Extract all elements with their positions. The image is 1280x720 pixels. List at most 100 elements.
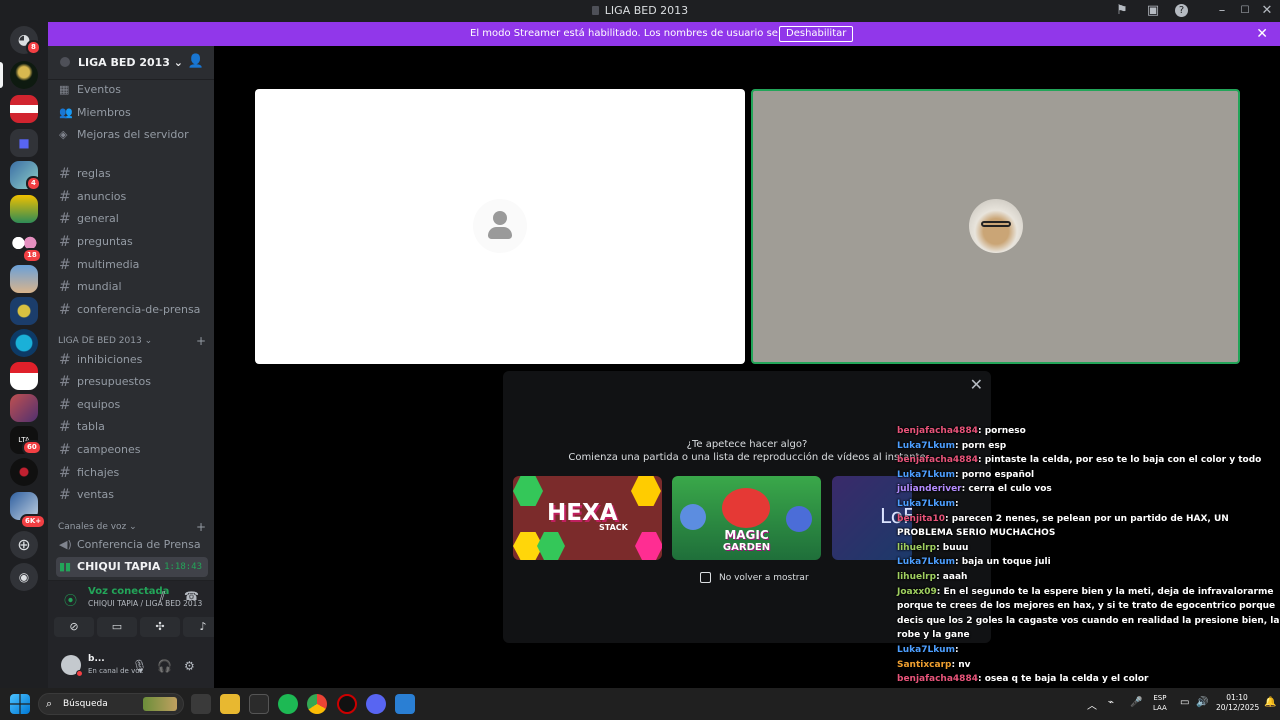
noise-suppression-icon[interactable]: ⫽ <box>160 589 165 604</box>
server-liga-bed-icon[interactable] <box>10 61 38 89</box>
close-icon[interactable]: ✕ <box>970 375 983 394</box>
members-item[interactable]: 👥 Miembros <box>56 103 208 123</box>
voice-status[interactable]: Voz conectada <box>88 586 169 597</box>
dont-show-again-checkbox[interactable] <box>700 572 711 583</box>
channel-anuncios[interactable]: # anuncios <box>56 187 208 207</box>
events-item[interactable]: ▦ Eventos <box>56 80 208 100</box>
folder-icon[interactable]: ■ <box>10 129 38 157</box>
channel-conferencia-de-prensa[interactable]: # conferencia-de-prensa <box>56 300 208 320</box>
channel-ventas[interactable]: # ventas <box>56 485 208 505</box>
text-channel-icon: # <box>59 234 71 250</box>
maximize-button[interactable]: ☐ <box>1237 3 1253 19</box>
activity-card-hexa-stack[interactable]: HEXA STACK <box>513 476 662 560</box>
volume-icon[interactable]: 🔊 <box>1196 697 1208 708</box>
chat-username[interactable]: Luka7Lkum <box>897 470 955 480</box>
mic-tray-icon[interactable]: 🎤 <box>1130 697 1142 708</box>
notification-bell-icon[interactable]: 🔔 <box>1264 697 1276 708</box>
category-voice[interactable]: Canales de voz ⌄ + <box>58 520 206 534</box>
invite-people-icon[interactable]: 👤 <box>188 54 204 69</box>
chat-username[interactable]: benjita10 <box>897 514 945 524</box>
category-liga-de-bed[interactable]: LIGA DE BED 2013 ⌄ + <box>58 334 206 348</box>
inbox-flag-icon[interactable]: ⚑ <box>1114 3 1130 19</box>
chat-username[interactable]: Luka7Lkum <box>897 441 955 451</box>
microphone-icon[interactable]: 🎙 <box>132 659 147 673</box>
file-explorer-icon[interactable] <box>220 694 240 714</box>
chat-username[interactable]: benjafacha4884 <box>897 455 978 465</box>
boosts-item[interactable]: ◈ Mejoras del servidor <box>56 125 208 145</box>
chat-username[interactable]: benjafacha4884 <box>897 426 978 436</box>
disable-streamer-button[interactable]: Deshabilitar <box>779 26 854 42</box>
server-header[interactable]: LIGA BED 2013 ⌄ 👤 <box>48 46 214 80</box>
tray-chevron-icon[interactable]: ︿ <box>1087 697 1097 712</box>
activities-button[interactable]: ✣ <box>140 617 180 637</box>
chat-username[interactable]: julianderiver <box>897 484 962 494</box>
chat-username[interactable]: benjafacha4884 <box>897 674 978 684</box>
unread-badge: 8 <box>26 40 41 55</box>
chrome-icon[interactable] <box>307 694 327 714</box>
clock[interactable]: 01:10 20/12/2025 <box>1216 693 1259 713</box>
chat-username[interactable]: lihuelrp <box>897 572 936 582</box>
add-voice-channel-icon[interactable]: + <box>196 520 206 534</box>
add-channel-icon[interactable]: + <box>196 334 206 348</box>
store-icon[interactable] <box>191 694 211 714</box>
close-window-button[interactable]: ✕ <box>1259 3 1275 19</box>
screen-share-button[interactable]: ▭ <box>97 617 137 637</box>
server-icon-7[interactable] <box>10 265 38 293</box>
username[interactable]: b... <box>88 654 105 664</box>
chat-username[interactable]: Joaxx09 <box>897 587 937 597</box>
taskbar-search[interactable]: ⌕ Búsqueda <box>38 693 184 715</box>
voice-channel-chiqui-tapia[interactable]: ▮▮ CHIQUI TAPIA 1:18:43 <box>56 557 208 577</box>
channel-equipos[interactable]: # equipos <box>56 395 208 415</box>
channel-mundial[interactable]: # mundial <box>56 277 208 297</box>
obs-icon[interactable] <box>337 694 357 714</box>
discover-icon[interactable]: ◉ <box>10 563 38 591</box>
server-icon-11[interactable] <box>10 394 38 422</box>
channel-tabla[interactable]: # tabla <box>56 417 208 437</box>
activity-card-magic-garden[interactable]: MAGIC GARDEN <box>672 476 821 560</box>
channel-general[interactable]: # general <box>56 209 208 229</box>
server-icon-9[interactable] <box>10 329 38 357</box>
discord-taskbar-icon[interactable] <box>366 694 386 714</box>
spotify-icon[interactable] <box>278 694 298 714</box>
participant-tile-2[interactable] <box>751 89 1240 364</box>
add-server-icon[interactable]: ⊕ <box>10 531 38 559</box>
inbox-icon[interactable]: ▣ <box>1145 3 1161 19</box>
help-icon[interactable]: ? <box>1175 4 1188 17</box>
chat-username[interactable]: Luka7Lkum <box>897 645 955 655</box>
signal-icon: ⦿ <box>64 594 78 609</box>
server-pfc-icon[interactable] <box>10 95 38 123</box>
chat-username[interactable]: Santixcarp <box>897 660 951 670</box>
chat-username[interactable]: lihuelrp <box>897 543 936 553</box>
channel-fichajes[interactable]: # fichajes <box>56 463 208 483</box>
server-icon-13[interactable] <box>10 458 38 486</box>
headphones-icon[interactable]: 🎧 <box>157 659 172 673</box>
windows-start-icon[interactable] <box>10 694 30 714</box>
channel-campeones[interactable]: # campeones <box>56 440 208 460</box>
channel-preguntas[interactable]: # preguntas <box>56 232 208 252</box>
close-banner-icon[interactable]: ✕ <box>1256 26 1268 42</box>
language-indicator[interactable]: ESP LAA <box>1153 693 1167 713</box>
minimize-button[interactable]: – <box>1214 3 1230 19</box>
search-icon: ⌕ <box>46 697 53 710</box>
chat-username[interactable]: Luka7Lkum <box>897 557 955 567</box>
channel-inhibiciones[interactable]: # inhibiciones <box>56 350 208 370</box>
settings-gear-icon[interactable]: ⚙ <box>184 659 195 673</box>
channel-multimedia[interactable]: # multimedia <box>56 255 208 275</box>
app-icon-terminal[interactable] <box>249 694 269 714</box>
disconnect-icon[interactable]: ☎ <box>184 589 199 603</box>
participant-tile-1[interactable] <box>255 89 745 364</box>
chat-username[interactable]: Luka7Lkum <box>897 499 955 509</box>
voice-channel-conferencia[interactable]: ◀) Conferencia de Prensa <box>56 535 208 555</box>
usb-icon[interactable]: ⌁ <box>1108 697 1114 708</box>
server-icon-8[interactable] <box>10 297 38 325</box>
chat-text: aaah <box>942 571 968 582</box>
network-icon[interactable]: ▭ <box>1180 697 1189 708</box>
text-channel-icon: # <box>59 419 71 435</box>
app-icon-blue[interactable] <box>395 694 415 714</box>
channel-presupuestos[interactable]: # presupuestos <box>56 372 208 392</box>
camera-off-button[interactable]: ⊘ <box>54 617 94 637</box>
server-icon-10[interactable] <box>10 362 38 390</box>
chat-text: buuu <box>942 542 969 553</box>
channel-reglas[interactable]: # reglas <box>56 164 208 184</box>
server-r8gz-icon[interactable] <box>10 195 38 223</box>
